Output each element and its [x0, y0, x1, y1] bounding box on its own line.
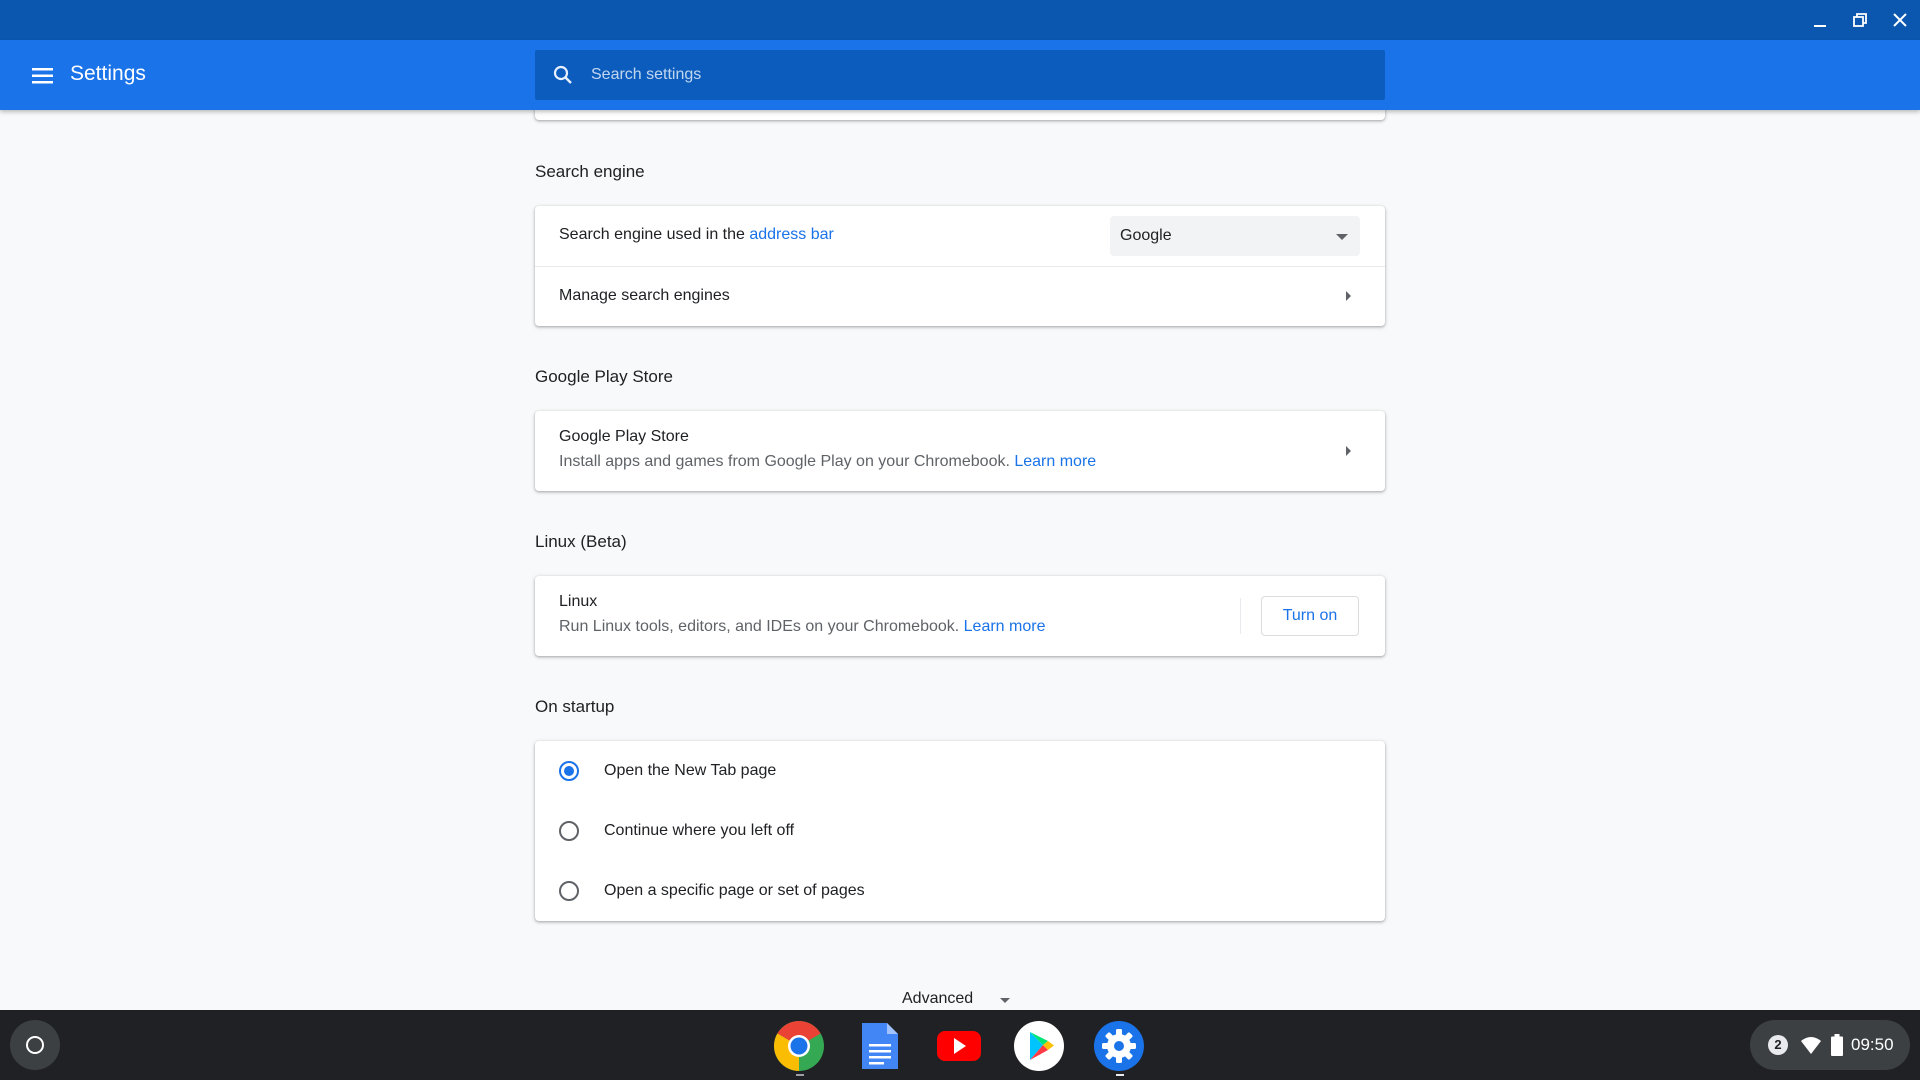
play-store-row-description: Install apps and games from Google Play … [559, 453, 1096, 471]
linux-description-text: Run Linux tools, editors, and IDEs on yo… [559, 618, 964, 635]
search-engine-label: Search engine used in the address bar [559, 226, 834, 244]
search-engine-value: Google [1120, 227, 1172, 244]
search-input[interactable] [591, 50, 1371, 100]
search-engine-row: Search engine used in the address bar Go… [535, 206, 1385, 266]
radio-specific-pages[interactable] [559, 881, 579, 901]
settings-icon[interactable] [1093, 1020, 1145, 1072]
play-store-description-text: Install apps and games from Google Play … [559, 453, 1015, 470]
linux-learn-more-link[interactable]: Learn more [964, 618, 1046, 635]
window-caption-bar [0, 0, 1920, 40]
linux-row-title: Linux [559, 593, 598, 610]
minimize-icon[interactable] [1806, 6, 1834, 34]
launcher-button[interactable] [10, 1020, 60, 1070]
running-indicator [1116, 1074, 1124, 1076]
manage-search-engines-label: Manage search engines [559, 287, 730, 304]
manage-search-engines-row[interactable]: Manage search engines [535, 266, 1385, 326]
section-title-play-store: Google Play Store [535, 367, 673, 386]
chrome-icon[interactable] [773, 1020, 825, 1072]
restore-icon[interactable] [1846, 6, 1874, 34]
search-engine-label-text: Search engine used in the [559, 226, 750, 243]
turn-on-linux-button[interactable]: Turn on [1261, 596, 1359, 636]
youtube-icon[interactable] [933, 1020, 985, 1072]
close-icon[interactable] [1886, 6, 1914, 34]
on-startup-card: Open the New Tab page Continue where you… [535, 741, 1385, 921]
section-title-search-engine: Search engine [535, 162, 645, 181]
clock: 09:50 [1851, 1035, 1894, 1054]
section-title-on-startup: On startup [535, 697, 615, 716]
page-title: Settings [70, 62, 146, 85]
settings-header: Settings [0, 40, 1920, 110]
shelf: 2 09:50 [0, 1010, 1920, 1080]
search-icon [553, 65, 572, 84]
docs-icon[interactable] [853, 1020, 905, 1072]
chevron-right-icon [1346, 291, 1351, 301]
linux-row-description: Run Linux tools, editors, and IDEs on yo… [559, 618, 1045, 636]
radio-new-tab-page[interactable] [559, 761, 579, 781]
radio-label-new-tab-page[interactable]: Open the New Tab page [604, 762, 776, 780]
search-engine-card: Search engine used in the address bar Go… [535, 206, 1385, 326]
radio-label-continue-where-left-off[interactable]: Continue where you left off [604, 822, 794, 840]
search-box[interactable] [535, 50, 1385, 100]
linux-card: Linux Run Linux tools, editors, and IDEs… [535, 576, 1385, 656]
chevron-right-icon [1346, 446, 1351, 456]
dropdown-arrow-icon [1336, 234, 1348, 240]
play-store-row-title: Google Play Store [559, 428, 689, 445]
status-tray[interactable]: 2 09:50 [1750, 1020, 1910, 1070]
play-store-icon[interactable] [1013, 1020, 1065, 1072]
play-store-learn-more-link[interactable]: Learn more [1014, 453, 1096, 470]
radio-label-specific-pages[interactable]: Open a specific page or set of pages [604, 882, 865, 900]
battery-icon [1831, 1034, 1843, 1056]
menu-icon[interactable] [24, 57, 62, 95]
address-bar-link[interactable]: address bar [749, 226, 834, 243]
vertical-divider [1240, 598, 1241, 634]
radio-continue-where-left-off[interactable] [559, 821, 579, 841]
notification-count-badge: 2 [1768, 1035, 1788, 1055]
play-store-card[interactable]: Google Play Store Install apps and games… [535, 411, 1385, 491]
section-title-linux: Linux (Beta) [535, 532, 627, 551]
running-indicator [796, 1074, 804, 1076]
wifi-icon [1801, 1037, 1821, 1054]
search-engine-select[interactable]: Google [1110, 216, 1360, 256]
chevron-down-icon[interactable] [1000, 998, 1010, 1003]
advanced-toggle[interactable]: Advanced [902, 990, 973, 1008]
